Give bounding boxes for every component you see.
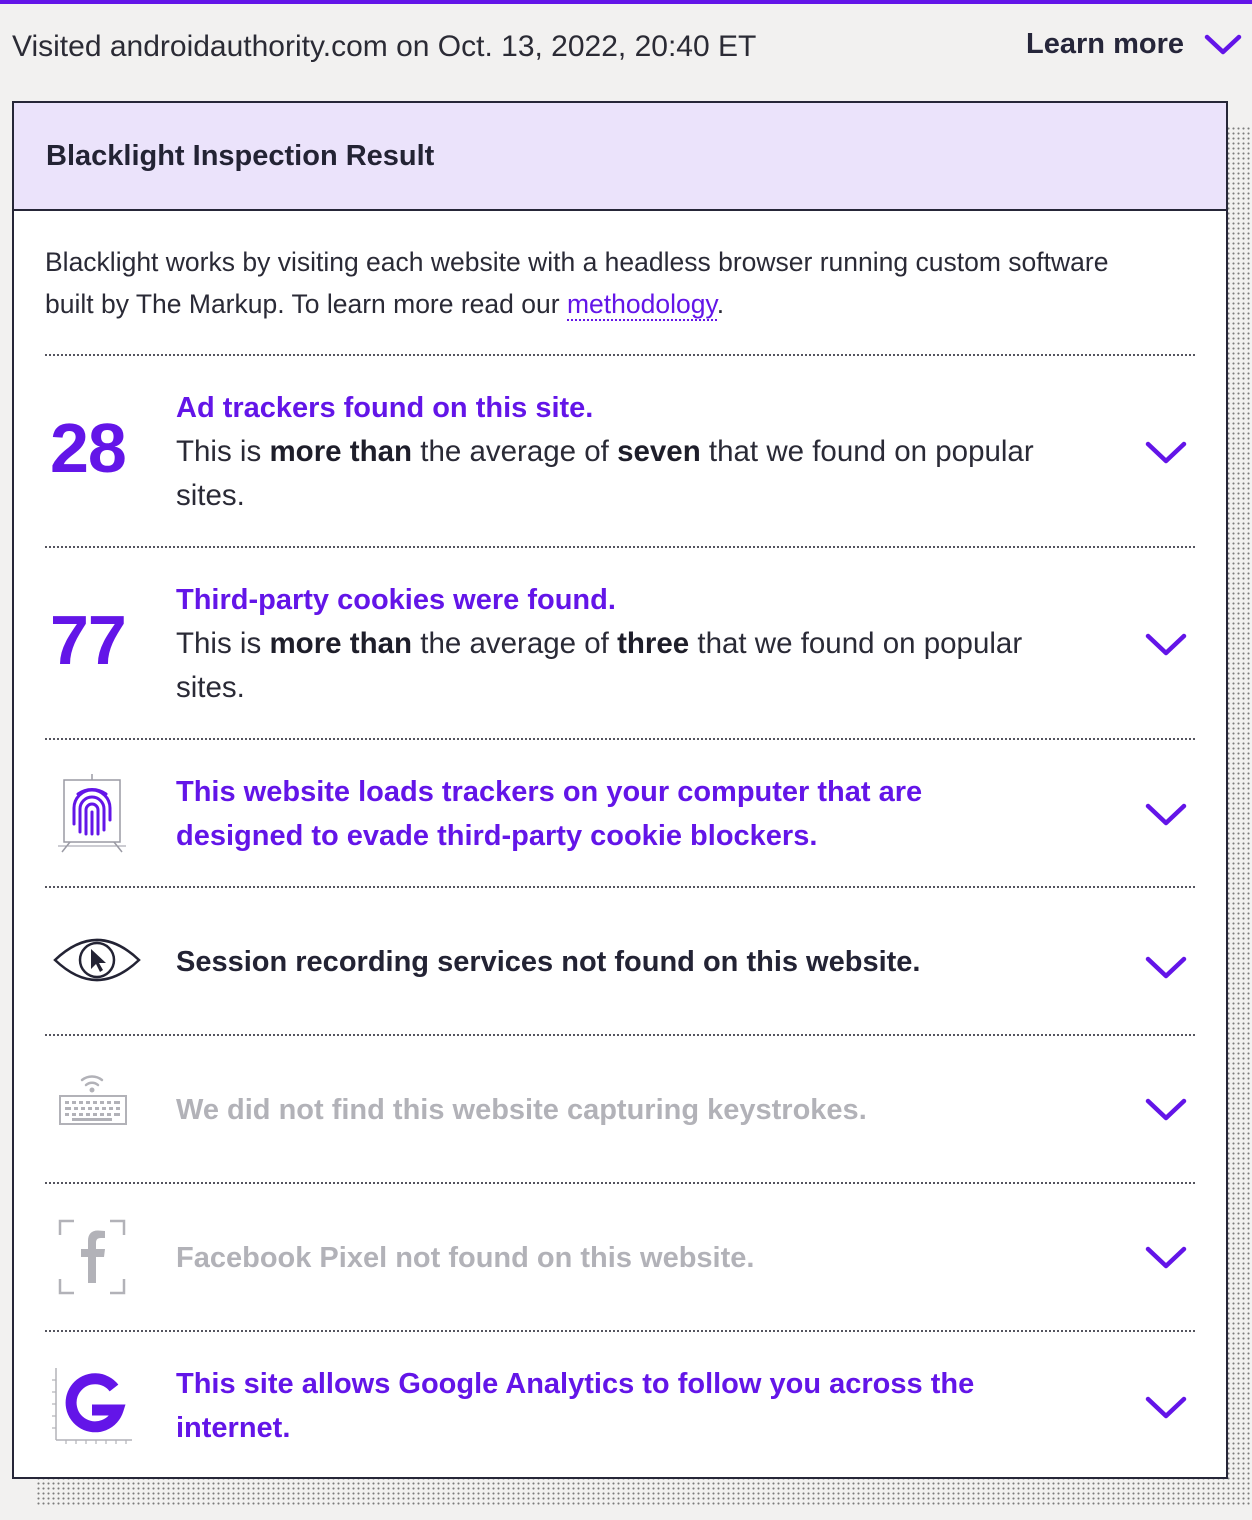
fingerprinting-title: This website loads trackers on your comp… <box>176 776 923 852</box>
fingerprinting-text: This website loads trackers on your comp… <box>176 770 1056 858</box>
learn-more-button[interactable]: Learn more <box>1026 28 1242 61</box>
google-analytics-text: This site allows Google Analytics to fol… <box>176 1362 1056 1450</box>
chevron-down-icon[interactable] <box>1144 801 1188 829</box>
inspection-panel: Blacklight Inspection Result Blacklight … <box>12 101 1228 1479</box>
session-recording-title: Session recording services not found on … <box>176 946 921 978</box>
intro-text-end: . <box>716 289 725 319</box>
result-fingerprinting[interactable]: This website loads trackers on your comp… <box>14 740 1226 886</box>
keyboard-icon <box>59 1075 127 1125</box>
learn-more-label: Learn more <box>1026 28 1184 60</box>
chevron-down-icon[interactable] <box>1144 1394 1188 1422</box>
eye-cursor-icon <box>53 938 141 982</box>
chevron-down-icon[interactable] <box>1144 1244 1188 1272</box>
visited-text: Visited androidauthority.com on Oct. 13,… <box>12 30 757 63</box>
chevron-down-icon <box>1204 34 1242 54</box>
fingerprint-icon <box>58 774 126 853</box>
ad-trackers-text: Ad trackers found on this site. This is … <box>176 386 1056 518</box>
session-recording-text: Session recording services not found on … <box>176 940 1056 984</box>
ad-trackers-title: Ad trackers found on this site. <box>176 392 594 424</box>
facebook-icon <box>58 1219 126 1295</box>
chevron-down-icon[interactable] <box>1144 439 1188 467</box>
chevron-down-icon[interactable] <box>1144 1096 1188 1124</box>
cookies-description: This is more than the average of three t… <box>176 627 1023 704</box>
result-keystrokes[interactable]: We did not find this website capturing k… <box>14 1036 1226 1182</box>
visit-info-bar: Visited androidauthority.com on Oct. 13,… <box>0 4 1252 96</box>
cookies-text: Third-party cookies were found. This is … <box>176 578 1056 710</box>
keystrokes-title: We did not find this website capturing k… <box>176 1094 867 1126</box>
result-third-party-cookies[interactable]: 77 Third-party cookies were found. This … <box>14 548 1226 738</box>
panel-title: Blacklight Inspection Result <box>46 139 435 172</box>
chevron-down-icon[interactable] <box>1144 631 1188 659</box>
panel-header: Blacklight Inspection Result <box>14 103 1226 211</box>
result-google-analytics[interactable]: This site allows Google Analytics to fol… <box>14 1332 1226 1478</box>
methodology-link[interactable]: methodology <box>566 289 717 321</box>
result-session-recording[interactable]: Session recording services not found on … <box>14 888 1226 1034</box>
ad-trackers-count: 28 <box>50 409 127 487</box>
intro-text: Blacklight works by visiting each websit… <box>45 241 1145 325</box>
facebook-pixel-text: Facebook Pixel not found on this website… <box>176 1236 1056 1280</box>
ad-trackers-description: This is more than the average of seven t… <box>176 435 1034 512</box>
facebook-pixel-title: Facebook Pixel not found on this website… <box>176 1242 755 1274</box>
keystrokes-text: We did not find this website capturing k… <box>176 1088 1056 1132</box>
result-facebook-pixel[interactable]: Facebook Pixel not found on this website… <box>14 1184 1226 1330</box>
cookies-count: 77 <box>50 601 127 679</box>
google-analytics-title: This site allows Google Analytics to fol… <box>176 1368 975 1444</box>
google-icon <box>52 1368 132 1444</box>
result-ad-trackers[interactable]: 28 Ad trackers found on this site. This … <box>14 356 1226 546</box>
cookies-title: Third-party cookies were found. <box>176 584 616 616</box>
chevron-down-icon[interactable] <box>1144 954 1188 982</box>
